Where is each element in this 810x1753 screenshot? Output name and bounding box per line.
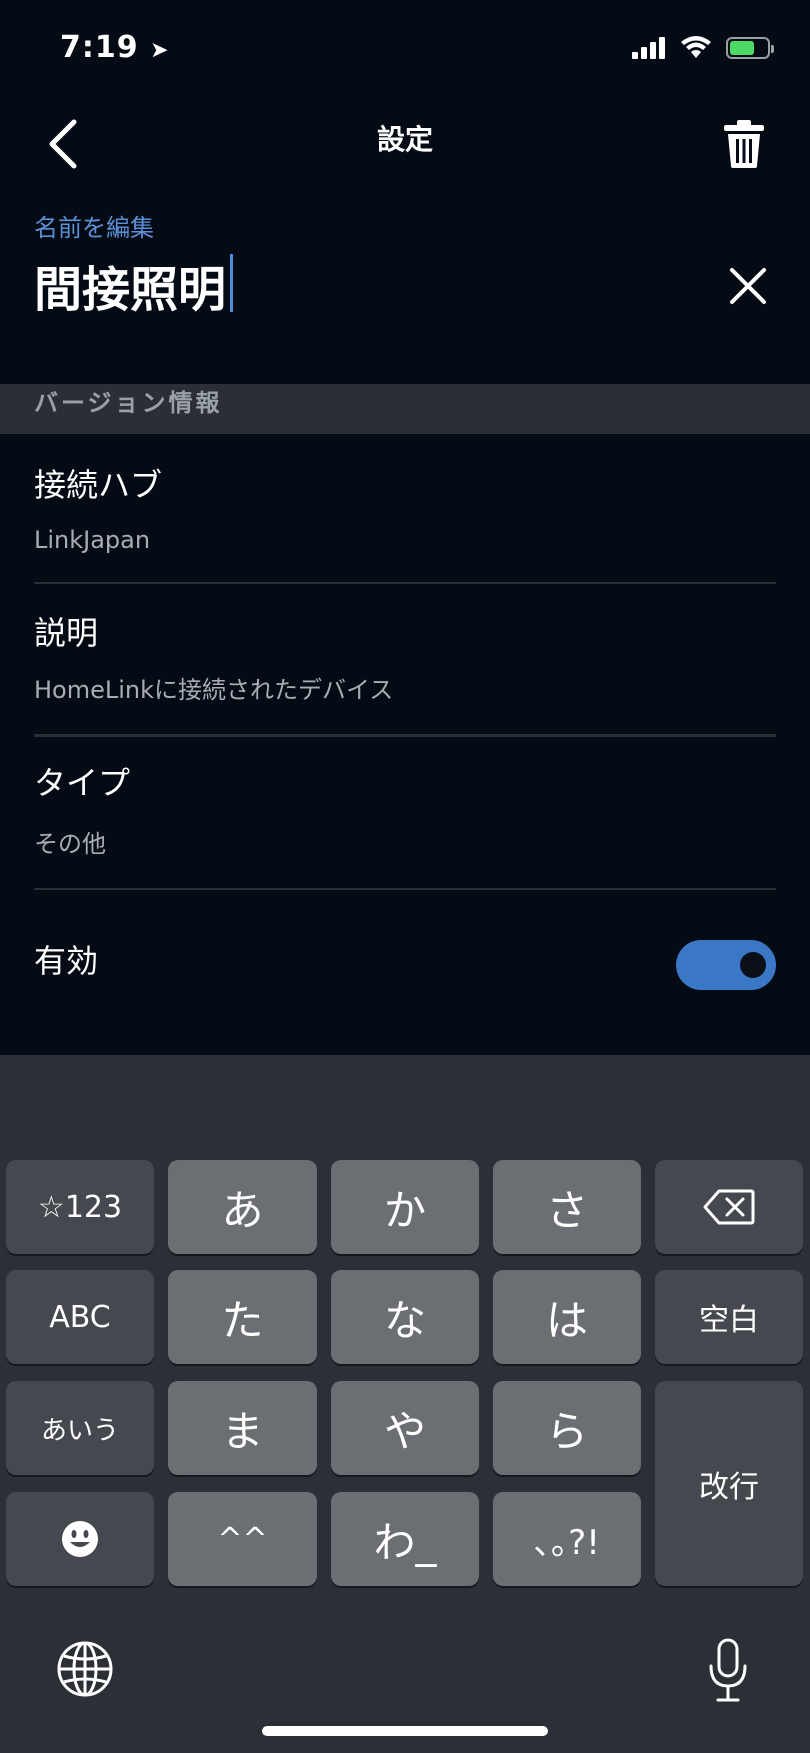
description-value: HomeLinkに接続されたデバイス xyxy=(34,676,394,704)
status-time: 7:19 ➤ xyxy=(60,30,170,65)
wifi-icon xyxy=(681,36,711,58)
trash-button[interactable] xyxy=(724,120,764,168)
enabled-toggle[interactable] xyxy=(676,940,776,990)
battery-icon xyxy=(726,37,774,59)
divider xyxy=(34,734,776,737)
hub-title: 接続ハブ xyxy=(34,466,163,504)
trash-icon xyxy=(724,120,764,168)
battery-level xyxy=(730,41,754,55)
enabled-title: 有効 xyxy=(34,942,99,980)
toggle-knob xyxy=(740,952,766,978)
delete-key[interactable] xyxy=(655,1160,803,1254)
hub-value: LinkJapan xyxy=(34,526,151,554)
microphone-icon xyxy=(709,1638,747,1702)
section-header-version-info: バージョン情報 xyxy=(0,384,810,434)
key-punctuation[interactable]: ､｡?! xyxy=(493,1492,641,1586)
key-symbols[interactable]: ☆123 xyxy=(6,1160,154,1254)
key-abc[interactable]: ABC xyxy=(6,1270,154,1364)
key-ma[interactable]: ま xyxy=(168,1381,317,1475)
emoji-icon xyxy=(62,1521,98,1557)
keyboard: ☆123 あ か さ ABC た な は 空白 あいう ま や ら 改行 ^^ … xyxy=(0,1055,810,1753)
description-title: 説明 xyxy=(34,614,99,652)
page-title: 設定 xyxy=(376,123,433,156)
globe-icon xyxy=(57,1641,113,1697)
type-title: タイプ xyxy=(34,764,131,802)
key-a[interactable]: あ xyxy=(168,1160,317,1254)
key-ha[interactable]: は xyxy=(493,1270,641,1364)
globe-button[interactable] xyxy=(56,1640,114,1698)
divider xyxy=(34,582,776,584)
divider xyxy=(34,888,776,890)
space-key[interactable]: 空白 xyxy=(655,1270,803,1364)
name-input[interactable]: 間接照明 xyxy=(34,250,674,320)
cellular-signal-icon xyxy=(632,37,665,59)
key-ka[interactable]: か xyxy=(331,1160,479,1254)
time-text: 7:19 xyxy=(60,30,139,65)
emoji-key[interactable] xyxy=(6,1492,154,1586)
name-edit-label: 名前を編集 xyxy=(34,214,154,242)
key-na[interactable]: な xyxy=(331,1270,479,1364)
key-kana-mode[interactable]: あいう xyxy=(6,1381,154,1475)
location-arrow-icon: ➤ xyxy=(150,38,170,63)
backspace-icon xyxy=(703,1189,755,1225)
home-indicator xyxy=(262,1726,548,1736)
close-icon xyxy=(730,268,766,304)
text-cursor xyxy=(230,254,233,312)
key-sa[interactable]: さ xyxy=(493,1160,641,1254)
key-wa[interactable]: わ_ xyxy=(331,1492,479,1586)
return-key[interactable]: 改行 xyxy=(655,1381,803,1586)
type-value: その他 xyxy=(34,830,106,858)
microphone-button[interactable] xyxy=(708,1638,748,1704)
status-icons xyxy=(632,36,774,60)
key-kaomoji[interactable]: ^^ xyxy=(168,1492,317,1586)
key-ya[interactable]: や xyxy=(331,1381,479,1475)
key-ta[interactable]: た xyxy=(168,1270,317,1364)
clear-button[interactable] xyxy=(728,266,768,306)
key-ra[interactable]: ら xyxy=(493,1381,641,1475)
